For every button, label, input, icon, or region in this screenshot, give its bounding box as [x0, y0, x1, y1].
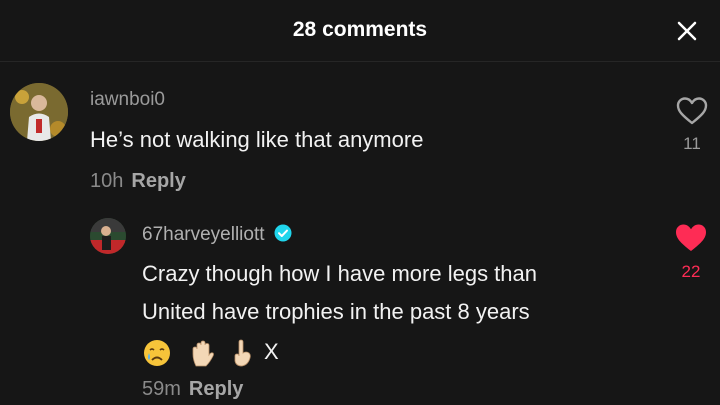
reply-username-row: 67harveyelliott	[142, 224, 292, 246]
reply-text-line-2: United have trophies in the past 8 years	[142, 299, 530, 324]
comment-timestamp: 10h	[90, 170, 124, 192]
comment-username[interactable]: iawnboi0	[90, 89, 165, 111]
avatar[interactable]	[10, 83, 68, 141]
reply-username[interactable]: 67harveyelliott	[142, 224, 265, 245]
reply-timestamp: 59m	[142, 378, 181, 400]
like-count: 11	[683, 134, 701, 153]
comment-meta: 10h Reply	[90, 170, 186, 193]
emoji-suffix-text: X	[264, 339, 279, 364]
reply-button[interactable]: Reply	[131, 170, 185, 192]
crying-face-icon	[142, 338, 172, 368]
comments-header: 28 comments	[0, 0, 720, 62]
heart-filled-icon	[676, 224, 706, 251]
user-avatar-icon	[90, 218, 126, 254]
close-icon	[677, 21, 697, 41]
reply-button[interactable]: Reply	[189, 378, 243, 400]
verified-badge-icon	[274, 224, 292, 242]
reply-text-line-1: Crazy though how I have more legs than	[142, 261, 538, 286]
comments-count-title: 28 comments	[292, 18, 428, 41]
like-button[interactable]	[674, 222, 708, 259]
avatar[interactable]	[90, 218, 126, 254]
like-count: 22	[681, 262, 701, 281]
reply-meta: 59m Reply	[142, 378, 243, 401]
close-button[interactable]	[672, 16, 702, 46]
heart-outline-icon	[676, 97, 708, 125]
comment-text: He’s not walking like that anymore	[90, 127, 424, 152]
user-avatar-icon	[10, 83, 68, 141]
index-pointing-up-icon	[226, 338, 256, 368]
like-button[interactable]	[676, 96, 708, 131]
raised-hand-icon	[188, 338, 218, 368]
